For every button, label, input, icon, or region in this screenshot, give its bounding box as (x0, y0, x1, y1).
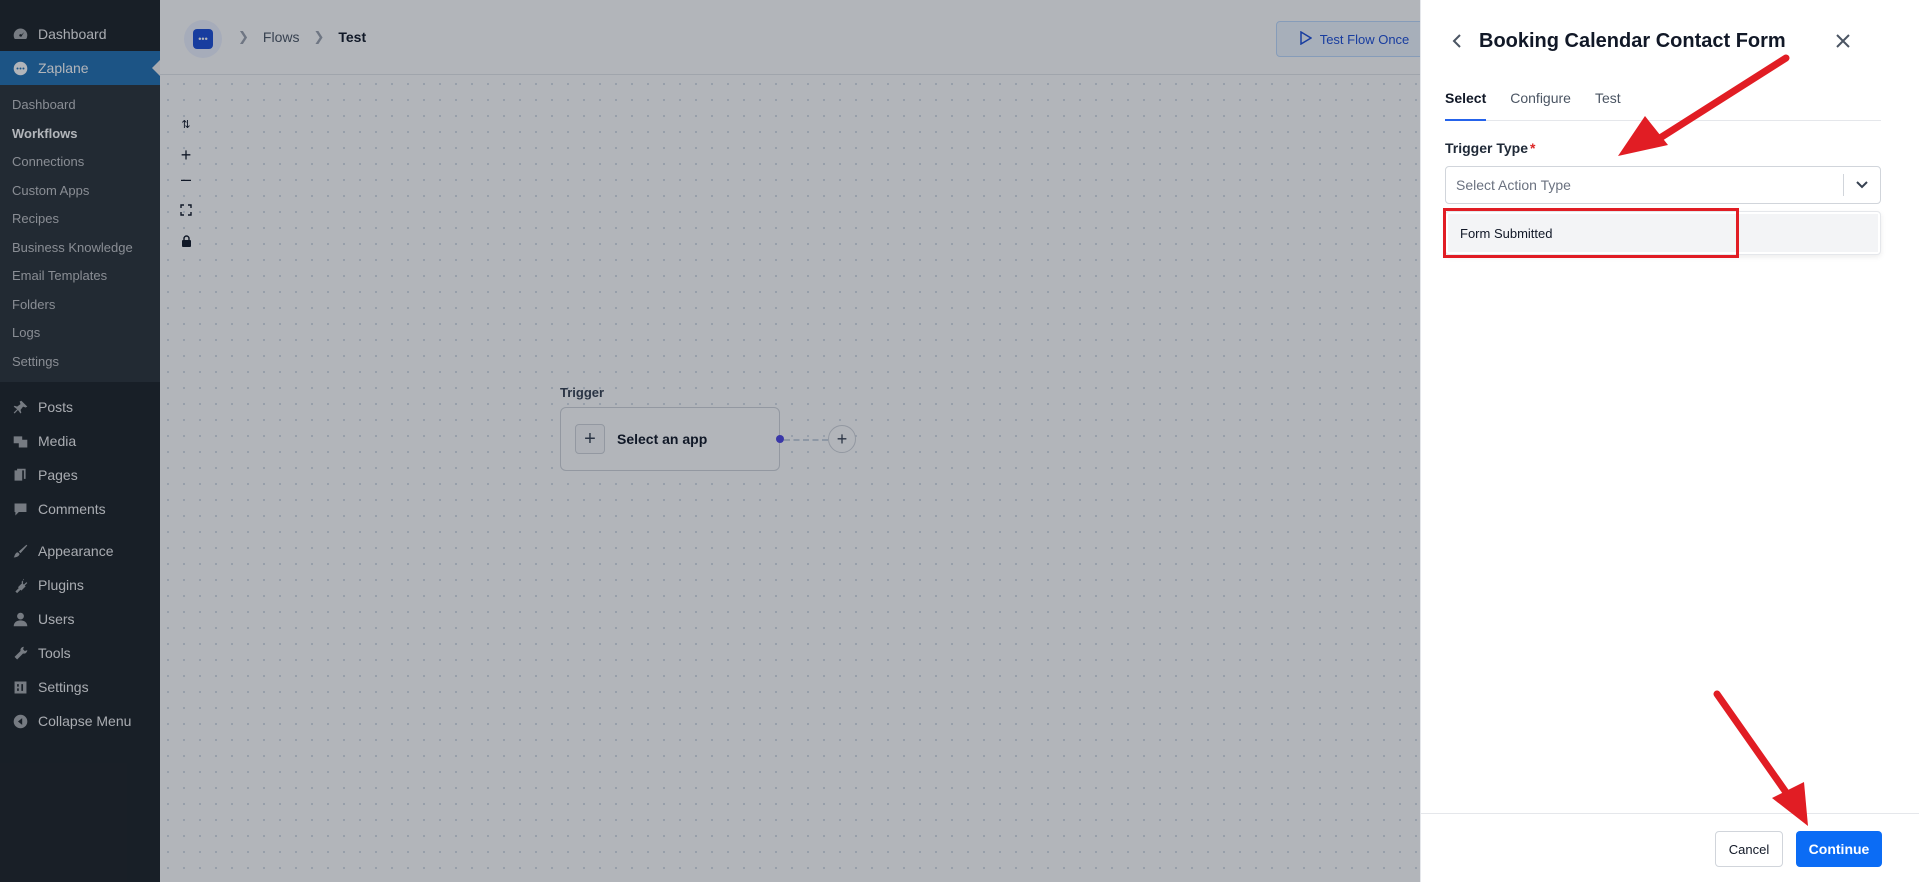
collapse-icon (10, 711, 30, 731)
zaplane-submenu: Dashboard Workflows Connections Custom A… (0, 85, 160, 382)
menu-item-label: Posts (38, 399, 74, 415)
close-button[interactable] (1831, 29, 1855, 53)
menu-item-dashboard[interactable]: Dashboard (0, 17, 160, 51)
chevron-right-icon: ❯ (313, 29, 325, 44)
submenu-business-knowledge[interactable]: Business Knowledge (0, 234, 160, 263)
fit-view-icon[interactable] (178, 202, 194, 218)
trigger-heading: Trigger (560, 385, 605, 400)
menu-item-plugins[interactable]: Plugins (0, 568, 160, 602)
tab-select[interactable]: Select (1445, 86, 1487, 121)
trigger-type-select[interactable]: Select Action Type (1445, 166, 1881, 204)
menu-item-label: Media (38, 433, 77, 449)
select-placeholder: Select Action Type (1456, 177, 1571, 193)
user-icon (10, 609, 30, 629)
annotation-highlight-box (1443, 208, 1739, 258)
submenu-email-templates[interactable]: Email Templates (0, 262, 160, 291)
menu-item-collapse[interactable]: Collapse Menu (0, 704, 160, 738)
panel-header: Booking Calendar Contact Form (1445, 26, 1895, 56)
zaplane-icon (10, 58, 30, 78)
breadcrumb-current: Test (338, 29, 367, 45)
pin-icon (10, 397, 30, 417)
play-icon (1299, 30, 1313, 48)
pages-icon (10, 465, 30, 485)
panel-footer: Cancel Continue (1421, 813, 1919, 882)
test-flow-button[interactable]: Test Flow Once (1276, 21, 1432, 57)
menu-item-label: Tools (38, 645, 71, 661)
media-icon (10, 431, 30, 451)
app-logo[interactable]: ••• (184, 20, 222, 58)
admin-sidebar: Dashboard Zaplane Dashboard Workflows Co… (0, 0, 161, 882)
submenu-logs[interactable]: Logs (0, 319, 160, 348)
submenu-dashboard[interactable]: Dashboard (0, 91, 160, 120)
menu-item-label: Pages (38, 467, 78, 483)
menu-item-label: Collapse Menu (38, 713, 132, 729)
required-marker: * (1529, 140, 1536, 156)
menu-item-tools[interactable]: Tools (0, 636, 160, 670)
submenu-recipes[interactable]: Recipes (0, 205, 160, 234)
add-step-button[interactable]: + (828, 425, 856, 453)
menu-item-zaplane[interactable]: Zaplane (0, 51, 161, 85)
menu-item-label: Settings (38, 679, 89, 695)
submenu-workflows[interactable]: Workflows (0, 120, 160, 149)
menu-item-comments[interactable]: Comments (0, 492, 160, 526)
tab-configure[interactable]: Configure (1510, 86, 1571, 121)
menu-item-label: Zaplane (38, 60, 89, 76)
zoom-out-icon[interactable]: – (178, 169, 194, 189)
trigger-type-text: Trigger Type (1445, 140, 1528, 156)
menu-item-media[interactable]: Media (0, 424, 160, 458)
plus-icon: + (575, 424, 605, 454)
menu-item-appearance[interactable]: Appearance (0, 534, 160, 568)
continue-button[interactable]: Continue (1796, 831, 1882, 867)
submenu-folders[interactable]: Folders (0, 291, 160, 320)
menu-item-label: Dashboard (38, 26, 107, 42)
menu-separator (0, 526, 160, 534)
trigger-config-panel: Booking Calendar Contact Form Select Con… (1420, 0, 1919, 882)
test-flow-label: Test Flow Once (1319, 31, 1410, 47)
menu-item-users[interactable]: Users (0, 602, 160, 636)
tab-test[interactable]: Test (1595, 86, 1621, 121)
menu-item-label: Plugins (38, 577, 84, 593)
submenu-settings[interactable]: Settings (0, 348, 160, 377)
menu-item-label: Comments (38, 501, 106, 517)
dashboard-icon (10, 24, 30, 44)
brush-icon (10, 541, 30, 561)
menu-separator (0, 382, 160, 390)
cancel-button[interactable]: Cancel (1715, 831, 1783, 867)
panel-tabs: Select Configure Test (1445, 86, 1881, 121)
connector-line (784, 439, 828, 441)
submenu-custom-apps[interactable]: Custom Apps (0, 177, 160, 206)
menu-item-label: Users (38, 611, 75, 627)
zaplane-logo-icon: ••• (193, 29, 213, 49)
breadcrumb: ❯ Flows ❯ Test (238, 29, 366, 45)
chevron-right-icon: ❯ (238, 29, 249, 44)
trigger-type-label: Trigger Type * (1445, 140, 1535, 156)
submenu-connections[interactable]: Connections (0, 148, 160, 177)
chevron-down-icon[interactable] (1844, 181, 1880, 189)
zoom-in-icon[interactable]: + (178, 145, 194, 165)
sort-icon[interactable]: ⇅ (178, 116, 194, 132)
menu-item-posts[interactable]: Posts (0, 390, 160, 424)
settings-icon (10, 677, 30, 697)
menu-item-settings[interactable]: Settings (0, 670, 160, 704)
back-button[interactable] (1445, 29, 1469, 53)
breadcrumb-flows[interactable]: Flows (263, 29, 300, 45)
connector-handle[interactable] (776, 435, 784, 443)
sidebar-top-edge (0, 0, 160, 3)
menu-item-pages[interactable]: Pages (0, 458, 160, 492)
plugin-icon (10, 575, 30, 595)
menu-item-label: Appearance (38, 543, 114, 559)
trigger-node[interactable]: + Select an app (560, 407, 780, 471)
lock-icon[interactable] (178, 233, 194, 249)
trigger-node-label: Select an app (617, 431, 708, 447)
wrench-icon (10, 643, 30, 663)
comment-icon (10, 499, 30, 519)
